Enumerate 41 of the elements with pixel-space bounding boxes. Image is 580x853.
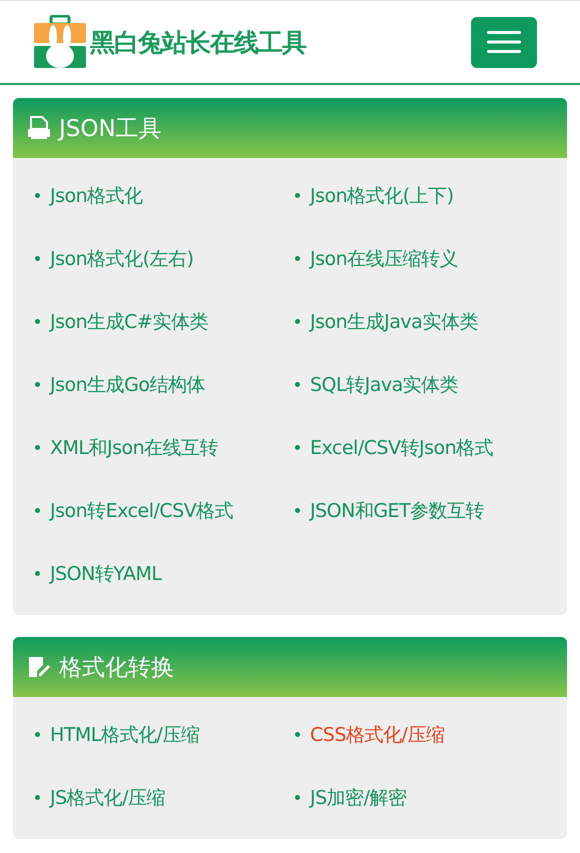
bullet-icon <box>35 508 40 513</box>
bullet-icon <box>35 445 40 450</box>
tool-link[interactable]: XML和Json在线互转 <box>50 434 218 460</box>
tool-link[interactable]: Json格式化(左右) <box>50 246 194 272</box>
tool-link[interactable]: SQL转Java实体类 <box>310 372 458 398</box>
bullet-icon <box>295 445 300 450</box>
site-title: 黑白兔站长在线工具 <box>90 26 306 58</box>
tool-link[interactable]: CSS格式化/压缩 <box>310 722 444 748</box>
tool-link[interactable]: Excel/CSV转Json格式 <box>310 434 494 460</box>
bullet-icon <box>295 508 300 513</box>
tool-link[interactable]: Json生成C#实体类 <box>50 308 208 334</box>
tool-link[interactable]: Json在线压缩转义 <box>310 246 458 272</box>
edit-document-icon <box>28 656 50 678</box>
tool-link[interactable]: Json生成Go结构体 <box>50 372 206 398</box>
bullet-icon <box>295 795 300 800</box>
bullet-icon <box>295 319 300 324</box>
tool-link[interactable]: Json生成Java实体类 <box>310 308 478 334</box>
tool-link[interactable]: JS格式化/压缩 <box>50 784 166 810</box>
bullet-icon <box>295 256 300 261</box>
section-title: JSON工具 <box>59 114 162 144</box>
bullet-icon <box>35 256 40 261</box>
rabbit-toolbox-logo-icon <box>33 15 87 69</box>
tool-link[interactable]: Json格式化(上下) <box>310 182 454 208</box>
tool-link[interactable]: HTML格式化/压缩 <box>50 722 200 748</box>
tool-link[interactable]: JSON和GET参数互转 <box>310 498 484 524</box>
bullet-icon <box>35 571 40 576</box>
bullet-icon <box>35 193 40 198</box>
bullet-icon <box>295 193 300 198</box>
bullet-icon <box>35 319 40 324</box>
menu-icon <box>487 31 521 53</box>
tool-link[interactable]: Json转Excel/CSV格式 <box>50 498 234 524</box>
tool-link[interactable]: Json格式化 <box>50 182 143 208</box>
section-title: 格式化转换 <box>59 654 174 682</box>
bullet-icon <box>295 732 300 737</box>
bullet-icon <box>295 382 300 387</box>
tool-link[interactable]: JS加密/解密 <box>310 784 407 810</box>
tool-link[interactable]: JSON转YAML <box>50 560 162 586</box>
bullet-icon <box>35 795 40 800</box>
menu-button[interactable] <box>471 16 537 68</box>
bullet-icon <box>35 732 40 737</box>
bullet-icon <box>35 382 40 387</box>
